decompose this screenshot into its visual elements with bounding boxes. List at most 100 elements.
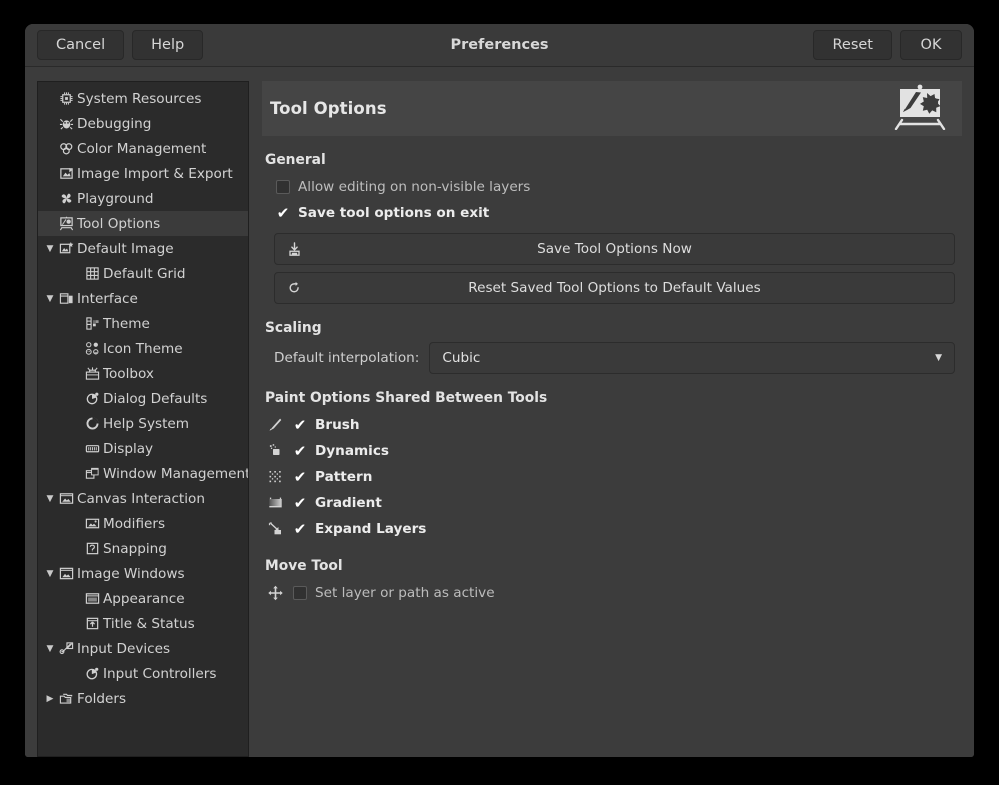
image-window-icon [58,565,75,582]
sidebar-item-debugging[interactable]: Debugging [38,111,248,136]
cancel-button[interactable]: Cancel [37,30,124,61]
section-title-general: General [265,152,958,168]
sidebar-item-label: Title & Status [103,616,201,632]
sidebar-item-modifiers[interactable]: Modifiers [38,511,248,536]
move-icon [265,584,285,602]
checkbox-pattern[interactable]: ✔ [293,470,307,484]
sidebar-item-appearance[interactable]: Appearance [38,586,248,611]
reset-button[interactable]: Reset [813,30,892,61]
brush-icon [265,416,285,434]
preferences-sidebar-tree[interactable]: System ResourcesDebuggingColor Managemen… [37,81,249,757]
default-interpolation-label: Default interpolation: [274,350,419,366]
sidebar-item-label: Display [103,441,159,457]
bug-icon [58,115,75,132]
checkbox-label-dynamics[interactable]: Dynamics [315,443,389,459]
expander-open-icon[interactable]: ▼ [42,244,58,254]
sidebar-item-playground[interactable]: Playground [38,186,248,211]
sidebar-item-label: Default Image [77,241,180,257]
sidebar-item-tool-options[interactable]: Tool Options [38,211,248,236]
sidebar-item-input-devices[interactable]: ▼ Input Devices [38,636,248,661]
sidebar-item-label: Modifiers [103,516,171,532]
sidebar-item-label: Default Grid [103,266,192,282]
checkbox-label-gradient[interactable]: Gradient [315,495,382,511]
expander-open-icon[interactable]: ▼ [42,644,58,654]
sidebar-item-toolbox[interactable]: Toolbox [38,361,248,386]
general-button-group: Save Tool Options Now Reset Saved Tool Op… [262,233,958,304]
expander-open-icon[interactable]: ▼ [42,569,58,579]
sidebar-item-icon-theme[interactable]: Icon Theme [38,336,248,361]
checkbox-expand-layers[interactable]: ✔ [293,522,307,536]
sidebar-item-dialog-defaults[interactable]: Dialog Defaults [38,386,248,411]
checkbox-save-tool-options-on-exit[interactable]: ✔ [276,206,290,220]
sidebar-item-window-management[interactable]: Window Management [38,461,248,486]
checkbox-label-brush[interactable]: Brush [315,417,360,433]
preferences-dialog: Cancel Help Preferences Reset OK System … [25,24,974,757]
checkbox-gradient[interactable]: ✔ [293,496,307,510]
checkbox-label-pattern[interactable]: Pattern [315,469,372,485]
sidebar-item-default-grid[interactable]: Default Grid [38,261,248,286]
checkbox-label-set-layer-or-path-as-active[interactable]: Set layer or path as active [315,585,495,601]
section-title-paint-options: Paint Options Shared Between Tools [265,390,958,406]
display-icon [84,440,101,457]
appearance-icon [84,590,101,607]
sidebar-item-display[interactable]: Display [38,436,248,461]
help-button[interactable]: Help [132,30,203,61]
chevron-down-icon: ▼ [935,353,942,363]
checkbox-allow-editing-on-non-visible-layers[interactable] [276,180,290,194]
checkbox-label-expand-layers[interactable]: Expand Layers [315,521,426,537]
dialog-body: System ResourcesDebuggingColor Managemen… [25,67,974,757]
snapping-icon [84,540,101,557]
dynamics-icon [265,442,285,460]
cpu-chip-icon [58,90,75,107]
sidebar-item-system-resources[interactable]: System Resources [38,86,248,111]
sidebar-item-label: Input Controllers [103,666,222,682]
gradient-icon [265,494,285,512]
sidebar-item-label: Tool Options [77,216,166,232]
sidebar-item-snapping[interactable]: Snapping [38,536,248,561]
sidebar-item-label: Icon Theme [103,341,189,357]
checkbox-row-save-tool-options-on-exit: ✔ Save tool options on exit [265,200,958,226]
sidebar-item-color-management[interactable]: Color Management [38,136,248,161]
expander-closed-icon[interactable]: ▶ [42,694,58,704]
checkbox-dynamics[interactable]: ✔ [293,444,307,458]
checkbox-label-save-tool-options-on-exit[interactable]: Save tool options on exit [298,205,489,221]
sidebar-item-folders[interactable]: ▶Folders [38,686,248,711]
screen: Cancel Help Preferences Reset OK System … [0,0,999,785]
ok-button[interactable]: OK [900,30,962,61]
sidebar-item-help-system[interactable]: Help System [38,411,248,436]
folders-icon [58,690,75,707]
sidebar-item-canvas-interaction[interactable]: ▼ Canvas Interaction [38,486,248,511]
page-header: Tool Options [262,81,962,136]
sidebar-item-image-import-export[interactable]: Image Import & Export [38,161,248,186]
button-label: Reset Saved Tool Options to Default Valu… [468,280,760,296]
checkbox-brush[interactable]: ✔ [293,418,307,432]
sidebar-item-label: Canvas Interaction [77,491,211,507]
button-save-tool-options-now[interactable]: Save Tool Options Now [274,233,955,265]
sidebar-item-label: Help System [103,416,195,432]
expander-open-icon[interactable]: ▼ [42,494,58,504]
checkbox-set-layer-or-path-as-active[interactable] [293,586,307,600]
sidebar-item-image-windows[interactable]: ▼Image Windows [38,561,248,586]
reset-icon [287,281,302,296]
window-management-icon [84,465,101,482]
button-reset-saved-tool-options-to-default-values[interactable]: Reset Saved Tool Options to Default Valu… [274,272,955,304]
checkbox-row-dynamics: ✔ Dynamics [265,438,958,464]
icon-theme-icon [84,340,101,357]
checkbox-row-pattern: ✔ Pattern [265,464,958,490]
sidebar-item-title-status[interactable]: Title & Status [38,611,248,636]
move-tool-checkbox-group: Set layer or path as active [262,580,958,606]
sidebar-item-interface[interactable]: ▼Interface [38,286,248,311]
checkbox-label-allow-editing-on-non-visible-layers[interactable]: Allow editing on non-visible layers [298,179,530,195]
pinwheel-icon [58,190,75,207]
color-wheel-icon [58,140,75,157]
input-devices-icon [58,640,75,657]
checkbox-row-brush: ✔ Brush [265,412,958,438]
sidebar-item-label: Input Devices [77,641,176,657]
expander-open-icon[interactable]: ▼ [42,294,58,304]
sidebar-item-label: Dialog Defaults [103,391,213,407]
sidebar-item-input-controllers[interactable]: Input Controllers [38,661,248,686]
sidebar-item-default-image[interactable]: ▼ Default Image [38,236,248,261]
default-interpolation-select[interactable]: Cubic ▼ [429,342,955,374]
sidebar-item-theme[interactable]: Theme [38,311,248,336]
import-export-icon [58,165,75,182]
